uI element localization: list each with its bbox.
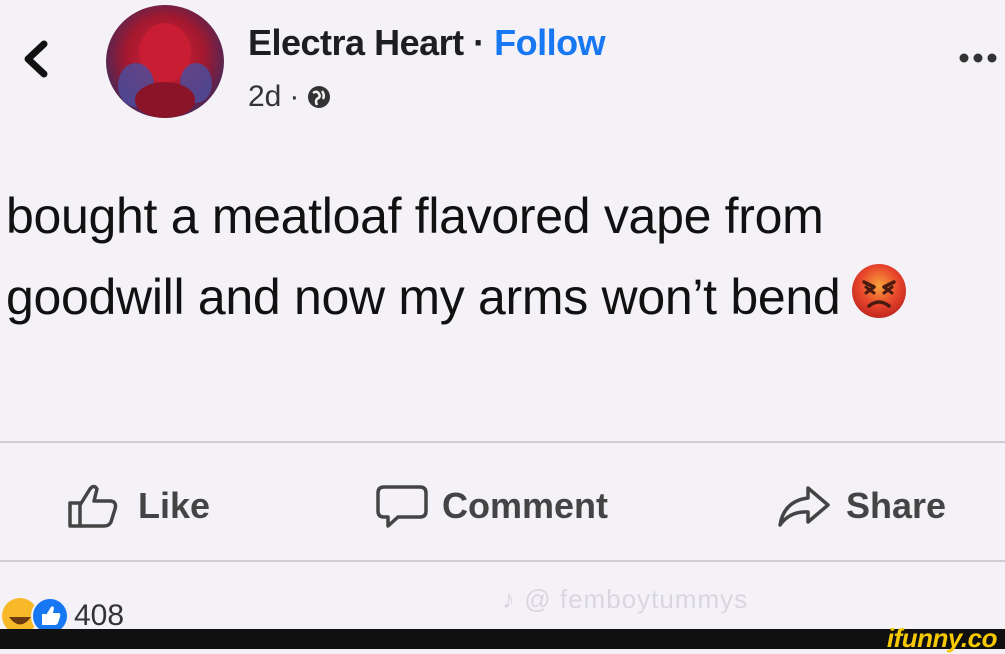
like-label: Like	[138, 485, 211, 526]
ifunny-logo[interactable]: ifunny.co	[887, 623, 998, 654]
tiktok-logo-icon: ♪ @	[502, 584, 552, 614]
share-arrow-icon	[778, 486, 830, 527]
post-text: bought a meatloaf flavored vape from goo…	[6, 176, 996, 338]
timestamp[interactable]: 2d	[248, 80, 281, 114]
angry-face-emoji-icon	[852, 264, 907, 318]
post-meta: 2d ·	[248, 80, 331, 114]
thumbs-up-icon	[68, 484, 118, 528]
post-body: bought a meatloaf flavored vape from goo…	[6, 188, 841, 325]
like-button[interactable]: Like	[66, 478, 210, 534]
comment-icon	[376, 485, 428, 528]
more-options-icon[interactable]	[958, 48, 998, 68]
divider-bottom	[0, 560, 1005, 562]
comment-label: Comment	[442, 485, 609, 526]
share-label: Share	[846, 485, 947, 526]
globe-icon	[308, 86, 331, 108]
separator-dot: ·	[473, 22, 485, 63]
divider-top	[0, 441, 1005, 443]
watermark-handle: femboytummys	[559, 584, 749, 614]
tiktok-watermark: ♪ @ femboytummys	[502, 584, 748, 615]
post-card: Electra Heart · Follow 2d · bought a mea…	[0, 0, 1005, 635]
avatar[interactable]	[106, 5, 224, 118]
reaction-count: 408	[74, 599, 125, 632]
back-arrow-icon[interactable]	[18, 36, 52, 82]
author-name[interactable]: Electra Heart	[248, 22, 464, 63]
share-button[interactable]: Share	[776, 478, 946, 534]
author-line: Electra Heart · Follow	[248, 22, 606, 64]
bottom-bar	[0, 629, 1005, 649]
meta-separator: ·	[289, 80, 300, 113]
follow-link[interactable]: Follow	[494, 22, 605, 63]
comment-button[interactable]: Comment	[376, 478, 608, 534]
